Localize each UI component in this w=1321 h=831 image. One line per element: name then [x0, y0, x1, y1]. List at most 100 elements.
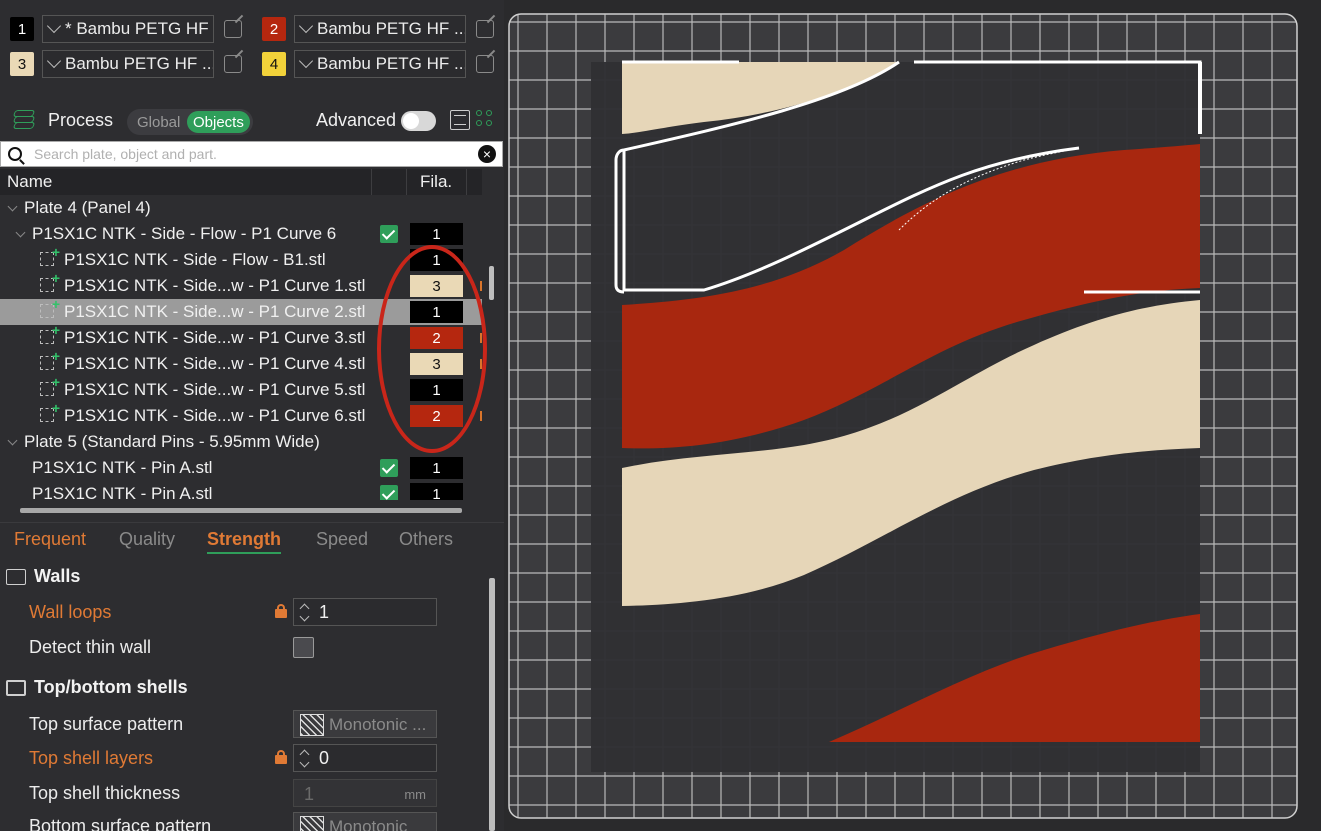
- chevron-down-icon: [46, 18, 62, 34]
- pattern-icon: [300, 714, 324, 736]
- tab-quality[interactable]: Quality: [119, 523, 175, 550]
- tab-frequent[interactable]: Frequent: [14, 523, 86, 550]
- settings-scrollbar[interactable]: [489, 578, 495, 831]
- global-option[interactable]: Global: [127, 114, 187, 131]
- filament-cell[interactable]: 1: [410, 483, 463, 500]
- edit-icon[interactable]: [476, 55, 494, 73]
- top-shell-layers-stepper[interactable]: 0: [293, 744, 437, 772]
- wall-loops-stepper[interactable]: 1: [293, 598, 437, 626]
- objects-option[interactable]: Objects: [187, 111, 250, 133]
- object-list-scrollbar[interactable]: [489, 266, 494, 300]
- column-name[interactable]: Name: [0, 172, 371, 192]
- filament-select[interactable]: Bambu PETG HF ...: [42, 50, 214, 78]
- advanced-toggle[interactable]: [401, 111, 436, 131]
- part-label: P1SX1C NTK - Side...w - P1 Curve 1.stl: [64, 276, 366, 295]
- chevron-down-icon[interactable]: [7, 201, 18, 212]
- settings-tabs: Frequent Quality Strength Speed Others: [0, 522, 504, 554]
- plate-label: Plate 5 (Standard Pins - 5.95mm Wide): [24, 432, 320, 451]
- chevron-down-icon: [298, 53, 314, 69]
- setting-top-shell-thickness: Top shell thickness 1 mm: [29, 779, 479, 809]
- plate-label: Plate 4 (Panel 4): [24, 198, 151, 217]
- filament-cell[interactable]: 1: [410, 223, 463, 245]
- object-row[interactable]: P1SX1C NTK - Side - Flow - P1 Curve 6 1: [0, 221, 482, 247]
- layers-icon: [12, 110, 36, 130]
- stepper-arrows-icon[interactable]: [299, 603, 309, 623]
- filament-select[interactable]: * Bambu PETG HF: [42, 15, 214, 43]
- printable-checkbox[interactable]: [380, 225, 398, 243]
- top-shell-thickness-input[interactable]: 1 mm: [293, 779, 437, 807]
- chevron-down-icon[interactable]: [7, 435, 18, 446]
- setting-label: Top surface pattern: [29, 714, 184, 734]
- edit-icon[interactable]: [224, 20, 242, 38]
- filament-cell[interactable]: 1: [410, 457, 463, 479]
- sidebar: 1 * Bambu PETG HF 2 Bambu PETG HF ... 3 …: [0, 0, 504, 831]
- filament-slot-2[interactable]: 2 Bambu PETG HF ...: [262, 15, 494, 43]
- part-icon: [40, 244, 60, 266]
- object-label: P1SX1C NTK - Pin A.stl: [32, 484, 213, 500]
- filament-name: * Bambu PETG HF: [65, 19, 209, 38]
- list-view-icon[interactable]: [450, 110, 470, 130]
- filament-slot-1[interactable]: 1 * Bambu PETG HF: [10, 15, 242, 43]
- lock-icon: [480, 411, 482, 421]
- part-label: P1SX1C NTK - Side - Flow - B1.stl: [64, 250, 326, 269]
- filament-number-badge[interactable]: 1: [10, 17, 34, 41]
- object-label: P1SX1C NTK - Pin A.stl: [32, 458, 213, 477]
- filament-select[interactable]: Bambu PETG HF ...: [294, 50, 466, 78]
- search-input[interactable]: [34, 146, 454, 162]
- build-plate-canvas[interactable]: [504, 0, 1321, 831]
- part-icon: [40, 374, 60, 396]
- filament-select[interactable]: Bambu PETG HF ...: [294, 15, 466, 43]
- part-icon: [40, 348, 60, 370]
- setting-label: Top shell layers: [29, 748, 154, 768]
- setting-top-shell-layers: Top shell layers 0: [29, 744, 479, 774]
- top-surface-pattern-select[interactable]: Monotonic ...: [293, 710, 437, 738]
- part-label: P1SX1C NTK - Side...w - P1 Curve 6.stl: [64, 406, 366, 425]
- global-objects-switch[interactable]: Global Objects: [127, 109, 253, 135]
- chevron-down-icon: [46, 53, 62, 69]
- printable-checkbox[interactable]: [380, 485, 398, 500]
- tab-others[interactable]: Others: [399, 523, 453, 550]
- stepper-arrows-icon[interactable]: [299, 749, 309, 769]
- filament-slot-4[interactable]: 4 Bambu PETG HF ...: [262, 50, 494, 78]
- lock-icon[interactable]: [275, 604, 287, 618]
- section-title: Walls: [34, 566, 81, 586]
- section-top-bottom-shells: Top/bottom shells: [6, 677, 188, 698]
- object-row[interactable]: P1SX1C NTK - Pin A.stl 1: [0, 481, 482, 500]
- bottom-surface-pattern-select[interactable]: Monotonic: [293, 812, 437, 831]
- close-icon[interactable]: ×: [478, 145, 496, 163]
- object-label: P1SX1C NTK - Side - Flow - P1 Curve 6: [32, 224, 337, 243]
- filament-name: Bambu PETG HF ...: [317, 54, 466, 73]
- part-label: P1SX1C NTK - Side...w - P1 Curve 5.stl: [64, 380, 366, 399]
- compare-icon[interactable]: [476, 110, 496, 130]
- process-bar: Process Global Objects Advanced: [0, 101, 504, 139]
- setting-wall-loops: Wall loops 1: [29, 598, 479, 628]
- plate-row[interactable]: Plate 4 (Panel 4): [0, 195, 482, 221]
- horizontal-scrollbar[interactable]: [20, 508, 462, 513]
- filament-number-badge[interactable]: 3: [10, 52, 34, 76]
- object-row[interactable]: P1SX1C NTK - Pin A.stl 1: [0, 455, 482, 481]
- filament-number-badge[interactable]: 2: [262, 17, 286, 41]
- part-icon: [40, 400, 60, 422]
- chevron-down-icon[interactable]: [15, 227, 26, 238]
- filament-name: Bambu PETG HF ...: [65, 54, 214, 73]
- edit-icon[interactable]: [476, 20, 494, 38]
- filament-slot-3[interactable]: 3 Bambu PETG HF ...: [10, 50, 242, 78]
- column-filament[interactable]: Fila.: [420, 172, 452, 192]
- lock-icon[interactable]: [275, 750, 287, 764]
- setting-bottom-surface-pattern: Bottom surface pattern Monotonic: [29, 812, 479, 831]
- 3d-viewport[interactable]: [504, 0, 1321, 831]
- search-bar: ×: [0, 141, 503, 167]
- lock-icon: [480, 281, 482, 291]
- setting-detect-thin-wall: Detect thin wall: [29, 633, 479, 663]
- tab-strength[interactable]: Strength: [207, 523, 281, 554]
- shells-icon: [6, 679, 26, 696]
- search-icon: [8, 147, 22, 161]
- part-icon: [40, 322, 60, 344]
- object-list-header: Name Fila.: [0, 169, 482, 195]
- tab-speed[interactable]: Speed: [316, 523, 368, 550]
- setting-label: Detect thin wall: [29, 637, 152, 657]
- printable-checkbox[interactable]: [380, 459, 398, 477]
- filament-number-badge[interactable]: 4: [262, 52, 286, 76]
- detect-thin-wall-checkbox[interactable]: [293, 637, 314, 658]
- edit-icon[interactable]: [224, 55, 242, 73]
